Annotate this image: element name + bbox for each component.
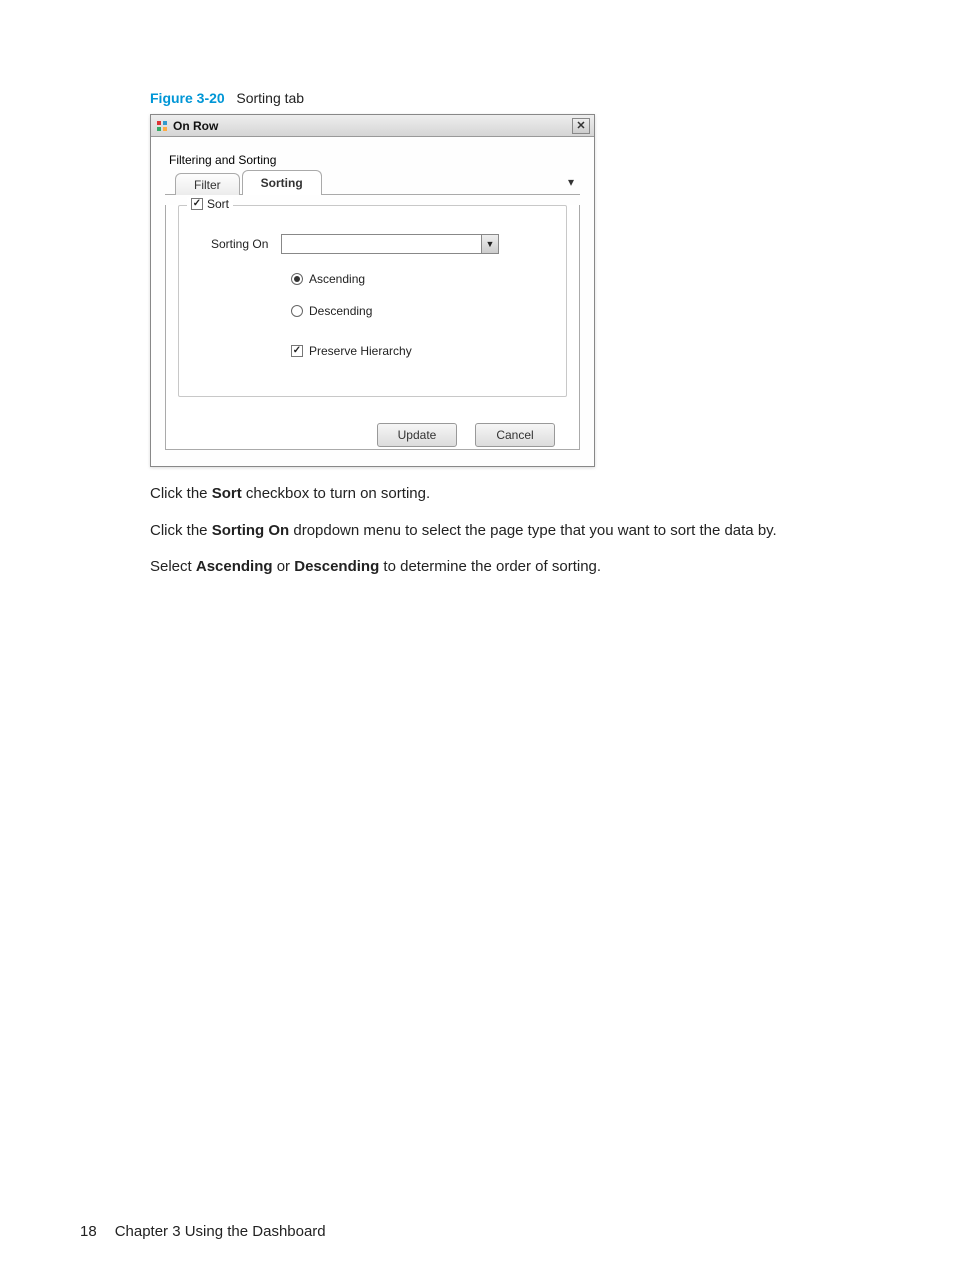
instruction-line-3: Select Ascending or Descending to determ… [150,556,894,579]
descending-label: Descending [309,304,372,318]
tab-sorting-label: Sorting [261,176,303,190]
figure-title: Sorting tab [236,90,304,106]
cancel-button[interactable]: Cancel [475,423,555,447]
cancel-button-label: Cancel [496,428,533,442]
figure-caption: Figure 3-20 Sorting tab [150,90,894,106]
sort-checkbox-label: Sort [207,197,229,211]
group-label: Filtering and Sorting [169,153,576,167]
descending-option[interactable]: Descending [291,304,554,318]
dialog-title: On Row [173,119,218,133]
ascending-radio[interactable] [291,273,303,285]
tab-filter[interactable]: Filter [175,173,240,195]
dialog-window: On Row ✕ Filtering and Sorting Filter So… [150,114,595,467]
sorting-on-input[interactable] [281,234,481,254]
figure-number: Figure 3-20 [150,90,225,106]
tab-overflow-icon[interactable]: ▾ [568,175,574,189]
sort-fieldset: Sort Sorting On ▼ Ascending [178,205,567,397]
tab-sorting[interactable]: Sorting [242,170,322,195]
close-button[interactable]: ✕ [572,118,590,134]
app-icon [155,119,169,133]
page-number: 18 [80,1223,97,1240]
chevron-down-icon: ▼ [486,239,495,249]
update-button-label: Update [398,428,437,442]
chapter-label: Chapter 3 Using the Dashboard [115,1223,326,1240]
descending-radio[interactable] [291,305,303,317]
instruction-line-2: Click the Sorting On dropdown menu to se… [150,520,894,543]
sort-checkbox[interactable] [191,198,203,210]
preserve-hierarchy-checkbox[interactable] [291,345,303,357]
sorting-on-label: Sorting On [211,237,281,251]
close-icon: ✕ [576,119,585,132]
sort-legend: Sort [187,197,233,211]
ascending-option[interactable]: Ascending [291,272,554,286]
sorting-on-row: Sorting On ▼ [211,234,554,254]
page-footer: 18 Chapter 3 Using the Dashboard [0,1223,954,1240]
titlebar[interactable]: On Row ✕ [151,115,594,137]
sorting-panel: Sort Sorting On ▼ Ascending [165,205,580,450]
dialog-actions: Update Cancel [166,409,579,449]
update-button[interactable]: Update [377,423,457,447]
sorting-on-combo[interactable]: ▼ [281,234,499,254]
preserve-hierarchy-label: Preserve Hierarchy [309,344,412,358]
preserve-hierarchy-row[interactable]: Preserve Hierarchy [291,344,554,358]
ascending-label: Ascending [309,272,365,286]
tab-strip: Filter Sorting ▾ [165,169,580,195]
instruction-line-1: Click the Sort checkbox to turn on sorti… [150,483,894,506]
sorting-on-dropdown-button[interactable]: ▼ [481,234,499,254]
tab-filter-label: Filter [194,178,221,192]
